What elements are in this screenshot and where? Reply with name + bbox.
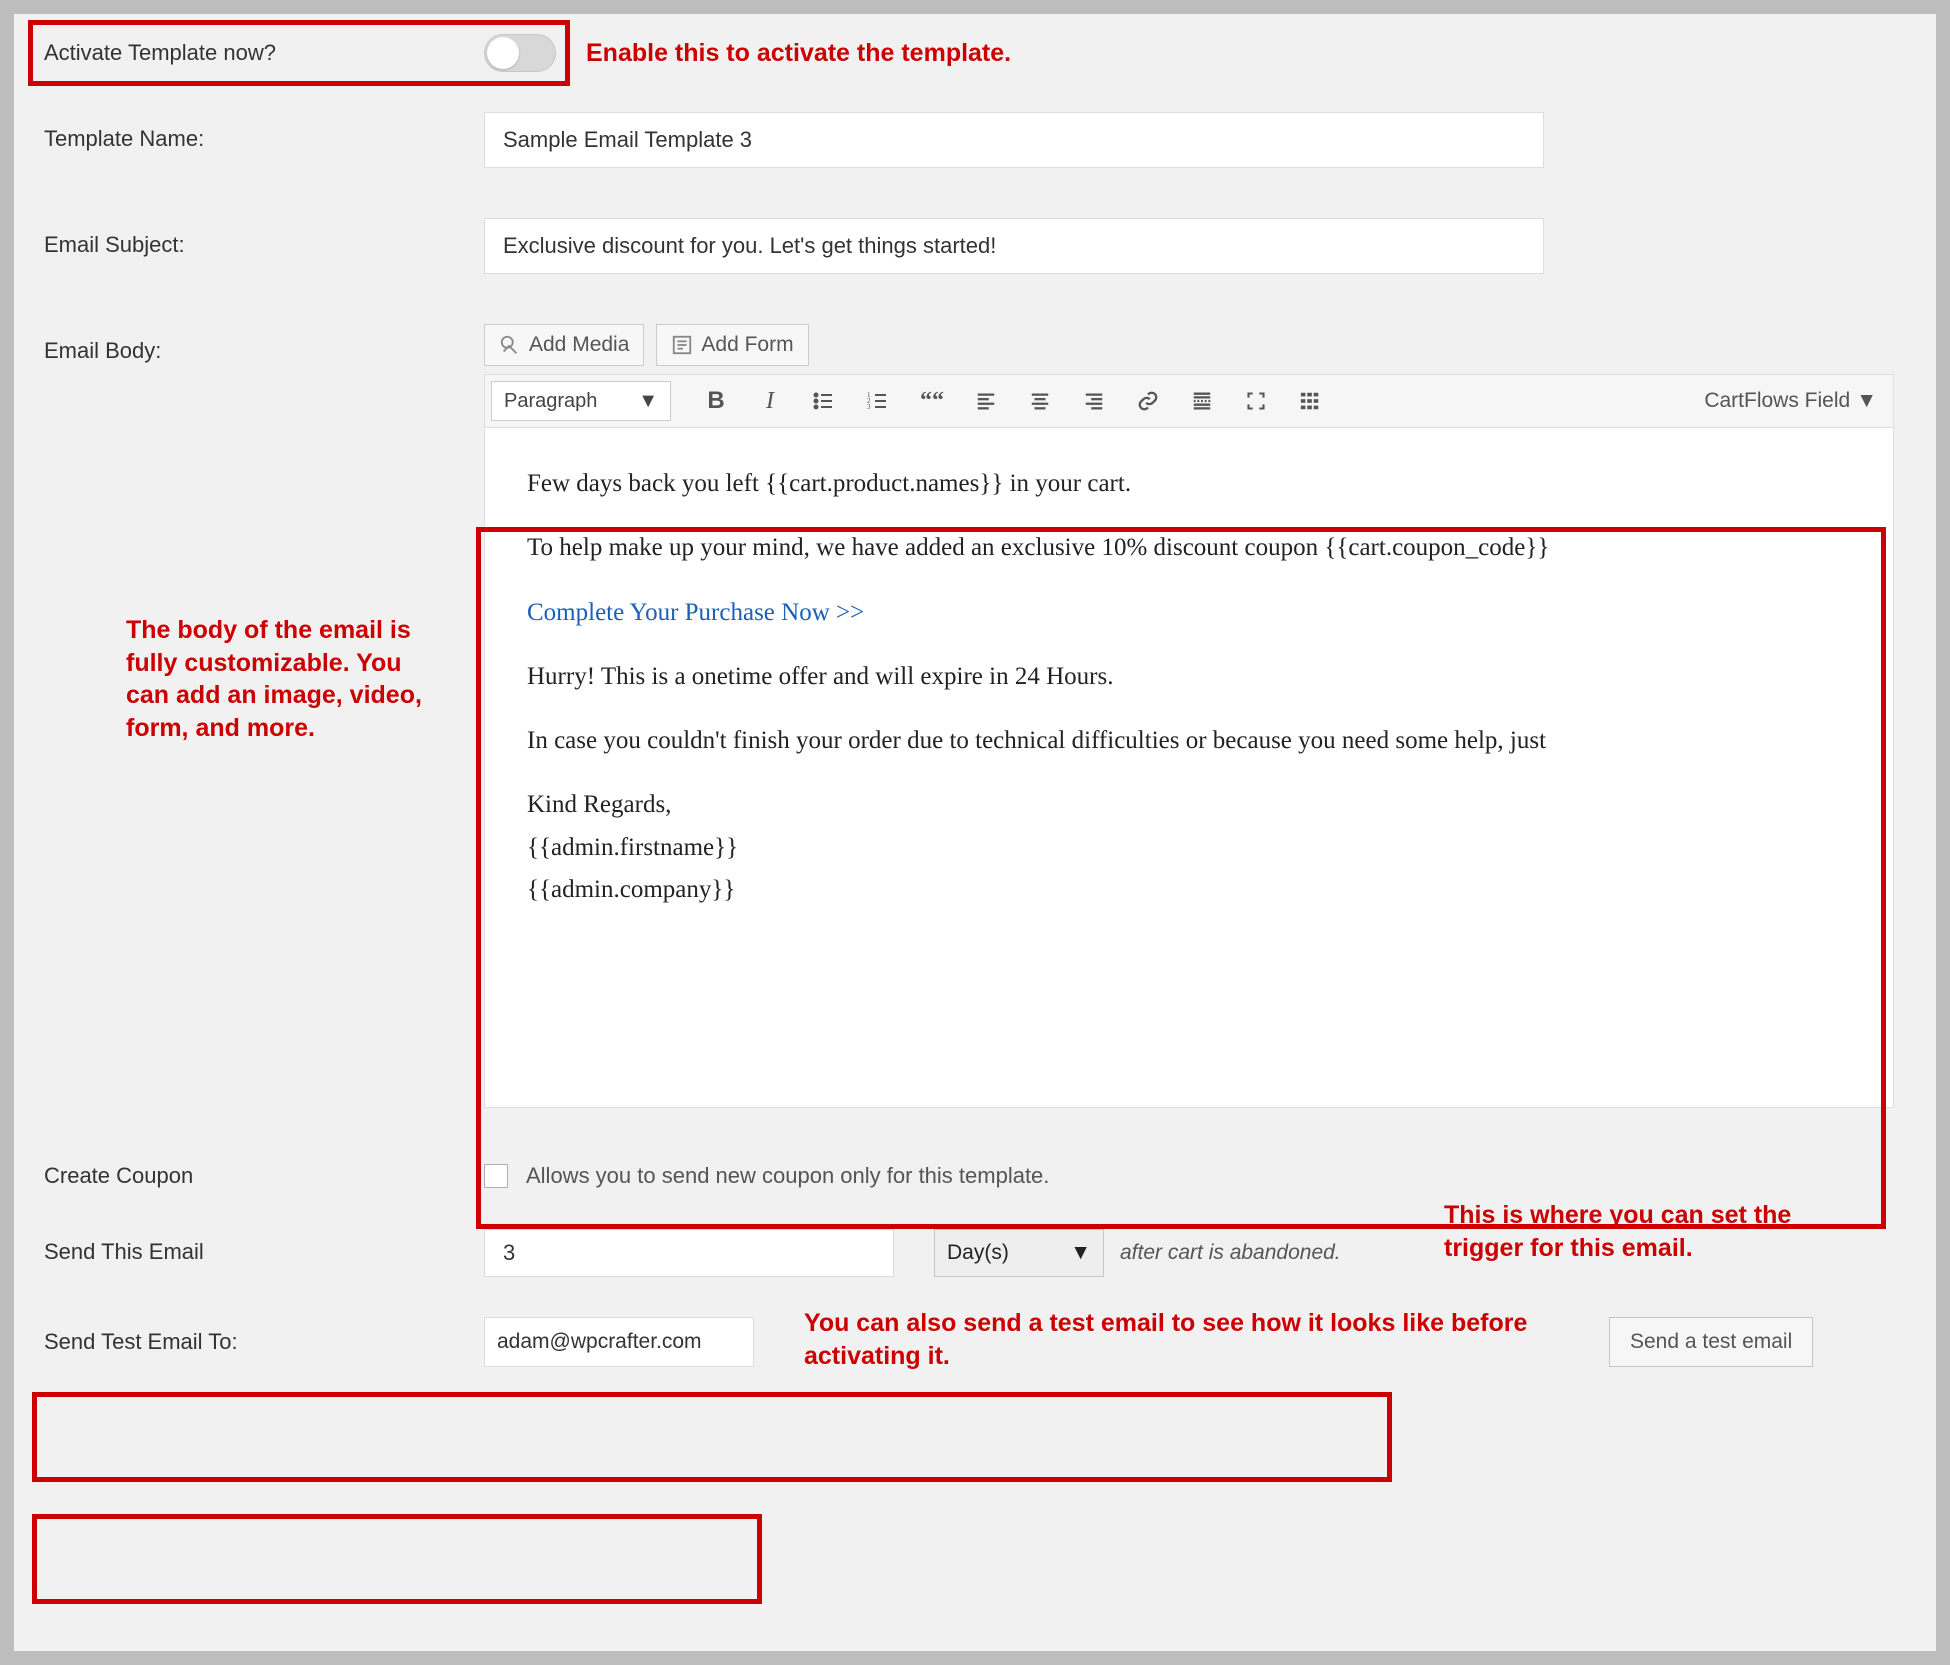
add-form-label: Add Form xyxy=(701,333,793,357)
media-icon xyxy=(499,334,521,356)
coupon-label: Create Coupon xyxy=(44,1163,484,1189)
fullscreen-button[interactable] xyxy=(1235,381,1277,421)
bold-button[interactable]: B xyxy=(695,381,737,421)
send-email-highlight xyxy=(32,1392,1392,1482)
send-test-email-button[interactable]: Send a test email xyxy=(1609,1317,1813,1367)
send-unit-label: Day(s) xyxy=(947,1241,1009,1265)
readmore-icon xyxy=(1191,390,1213,412)
link-button[interactable] xyxy=(1127,381,1169,421)
chevron-down-icon: ▼ xyxy=(1070,1241,1091,1265)
align-right-icon xyxy=(1083,390,1105,412)
chevron-down-icon: ▼ xyxy=(1856,389,1877,413)
email-body-callout: The body of the email is fully customiza… xyxy=(126,614,446,744)
format-select[interactable]: Paragraph ▼ xyxy=(491,381,671,421)
email-subject-row: Email Subject: xyxy=(44,218,1906,274)
body-p3: Hurry! This is a onetime offer and will … xyxy=(527,659,1851,695)
send-email-value-input[interactable] xyxy=(484,1229,894,1277)
form-icon xyxy=(671,334,693,356)
activate-label: Activate Template now? xyxy=(44,40,484,66)
format-select-label: Paragraph xyxy=(504,390,597,413)
body-p1: Few days back you left {{cart.product.na… xyxy=(527,466,1851,502)
body-link[interactable]: Complete Your Purchase Now >> xyxy=(527,595,1851,631)
link-icon xyxy=(1137,390,1159,412)
align-left-icon xyxy=(975,390,997,412)
coupon-checkbox[interactable] xyxy=(484,1164,508,1188)
align-center-icon xyxy=(1029,390,1051,412)
coupon-row: Create Coupon Allows you to send new cou… xyxy=(44,1163,1906,1189)
editor-content[interactable]: Few days back you left {{cart.product.na… xyxy=(484,428,1894,1108)
test-email-label: Send Test Email To: xyxy=(44,1317,484,1355)
add-form-button[interactable]: Add Form xyxy=(656,324,808,366)
kitchensink-icon xyxy=(1299,390,1321,412)
editor-toolbar: Paragraph ▼ B I 123 ““ xyxy=(484,374,1894,428)
fullscreen-icon xyxy=(1246,391,1266,411)
coupon-text: Allows you to send new coupon only for t… xyxy=(526,1163,1049,1189)
body-p2: To help make up your mind, we have added… xyxy=(527,530,1851,566)
send-email-hint: after cart is abandoned. xyxy=(1120,1241,1341,1265)
body-p5: Kind Regards, xyxy=(527,787,1851,823)
cartflows-field-label: CartFlows Field xyxy=(1704,389,1850,413)
readmore-button[interactable] xyxy=(1181,381,1223,421)
test-email-input[interactable] xyxy=(484,1317,754,1367)
quote-button[interactable]: ““ xyxy=(911,381,953,421)
ol-icon: 123 xyxy=(866,389,890,413)
email-body-row: Email Body: The body of the email is ful… xyxy=(44,324,1906,1108)
cartflows-field-dropdown[interactable]: CartFlows Field ▼ xyxy=(1704,389,1887,413)
align-center-button[interactable] xyxy=(1019,381,1061,421)
media-buttons: Add Media Add Form xyxy=(484,324,1894,366)
test-email-highlight xyxy=(32,1514,762,1604)
svg-text:3: 3 xyxy=(867,403,871,411)
add-media-label: Add Media xyxy=(529,333,629,357)
send-email-unit-select[interactable]: Day(s) ▼ xyxy=(934,1229,1104,1277)
send-email-row: Send This Email Day(s) ▼ after cart is a… xyxy=(44,1229,1906,1277)
body-p4: In case you couldn't finish your order d… xyxy=(527,723,1851,759)
email-subject-input[interactable] xyxy=(484,218,1544,274)
activate-callout: Enable this to activate the template. xyxy=(586,37,1011,70)
align-right-button[interactable] xyxy=(1073,381,1115,421)
body-p6: {{admin.firstname}} xyxy=(527,830,1851,866)
test-email-callout: You can also send a test email to see ho… xyxy=(804,1307,1544,1372)
toggle-knob-icon xyxy=(487,37,519,69)
body-p7: {{admin.company}} xyxy=(527,872,1851,908)
test-email-row: Send Test Email To: You can also send a … xyxy=(44,1317,1906,1367)
ul-icon xyxy=(812,389,836,413)
kitchensink-button[interactable] xyxy=(1289,381,1331,421)
send-email-label: Send This Email xyxy=(44,1229,484,1265)
template-name-label: Template Name: xyxy=(44,112,484,152)
align-left-button[interactable] xyxy=(965,381,1007,421)
template-name-row: Template Name: xyxy=(44,112,1906,168)
email-subject-label: Email Subject: xyxy=(44,218,484,258)
email-body-label: Email Body: xyxy=(44,338,484,364)
add-media-button[interactable]: Add Media xyxy=(484,324,644,366)
activate-row: Activate Template now? Enable this to ac… xyxy=(44,34,1906,72)
template-name-input[interactable] xyxy=(484,112,1544,168)
chevron-down-icon: ▼ xyxy=(638,390,658,413)
send-email-callout: This is where you can set the trigger fo… xyxy=(1444,1199,1824,1264)
italic-button[interactable]: I xyxy=(749,381,791,421)
activate-toggle[interactable] xyxy=(484,34,556,72)
ol-button[interactable]: 123 xyxy=(857,381,899,421)
ul-button[interactable] xyxy=(803,381,845,421)
